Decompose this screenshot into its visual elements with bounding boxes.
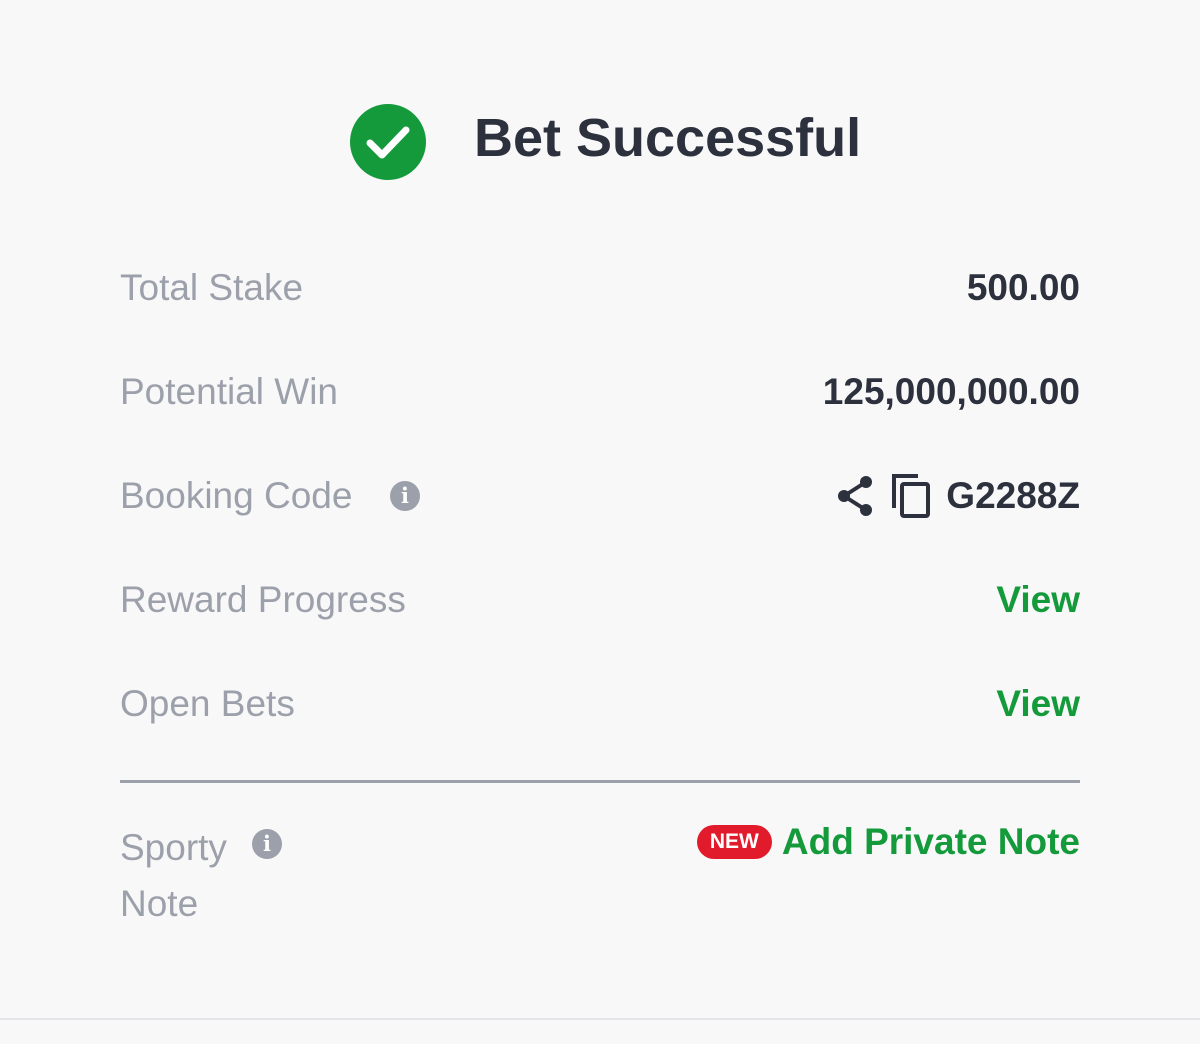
info-icon[interactable]: i [390, 481, 420, 511]
copy-icon[interactable] [890, 472, 934, 520]
open-bets-view-link[interactable]: View [996, 682, 1080, 726]
booking-code-value: G2288Z [946, 475, 1080, 516]
potential-win-row: Potential Win 125,000,000.00 [120, 370, 1080, 430]
sporty-note-label-line1: Sporty [120, 827, 227, 868]
sporty-note-label: Sporty Note [120, 820, 340, 932]
sporty-note-row: Sporty Note i NEW Add Private Note [120, 820, 1080, 930]
booking-code-row: Booking Code i G2288Z [120, 474, 1080, 534]
reward-progress-row: Reward Progress View [120, 578, 1080, 638]
sporty-note-label-line2: Note [120, 883, 199, 924]
page-title: Bet Successful [474, 108, 862, 168]
total-stake-label: Total Stake [120, 267, 304, 308]
divider [120, 780, 1080, 783]
open-bets-row: Open Bets View [120, 682, 1080, 742]
total-stake-row: Total Stake 500.00 [120, 266, 1080, 326]
add-private-note-link[interactable]: Add Private Note [782, 820, 1080, 864]
open-bets-label: Open Bets [120, 683, 295, 724]
reward-progress-label: Reward Progress [120, 579, 406, 620]
success-header: Bet Successful [0, 104, 1200, 180]
bottom-divider [0, 1018, 1200, 1020]
total-stake-value: 500.00 [966, 267, 1080, 308]
check-circle-icon [350, 104, 426, 180]
info-icon[interactable]: i [252, 829, 282, 859]
share-icon[interactable] [834, 474, 876, 518]
potential-win-value: 125,000,000.00 [822, 371, 1080, 412]
booking-code-label: Booking Code [120, 475, 353, 516]
reward-progress-view-link[interactable]: View [996, 578, 1080, 622]
add-private-note-action[interactable]: NEW Add Private Note [696, 820, 1080, 864]
new-badge: NEW [696, 825, 772, 859]
bet-success-panel: Bet Successful Total Stake 500.00 Potent… [0, 0, 1200, 1044]
potential-win-label: Potential Win [120, 371, 338, 412]
booking-code-actions: G2288Z [834, 474, 1080, 518]
